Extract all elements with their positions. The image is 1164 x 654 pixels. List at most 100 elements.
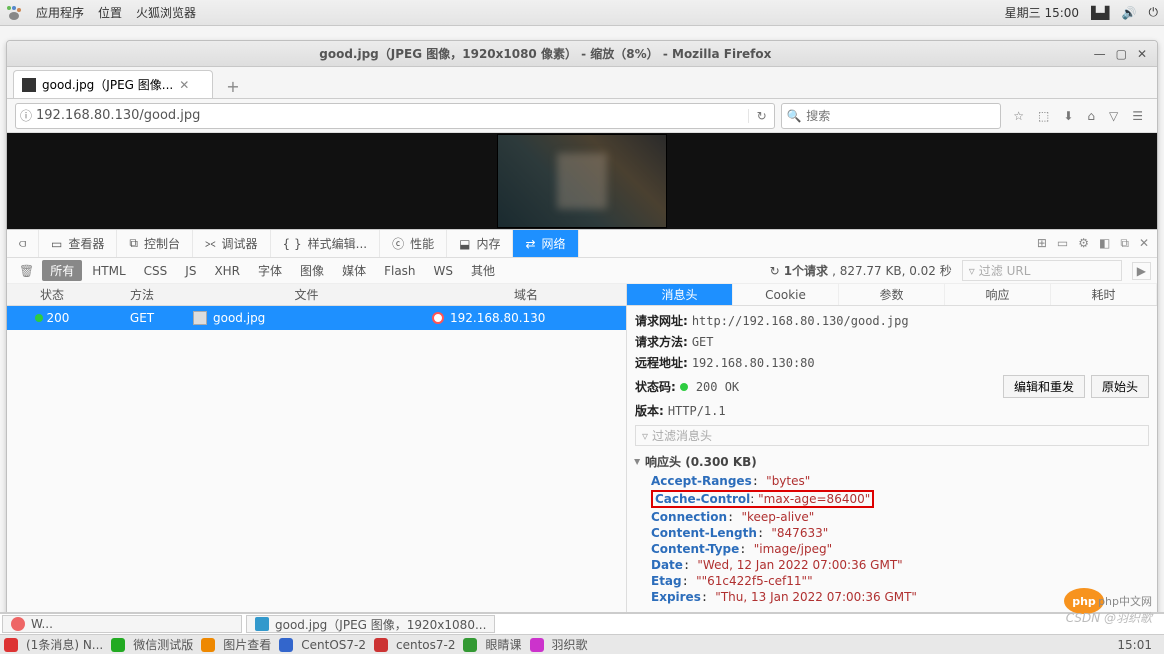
col-file[interactable]: 文件 xyxy=(187,284,426,305)
filter-ws[interactable]: WS xyxy=(426,262,461,280)
power-icon[interactable]: ⏻ xyxy=(1149,5,1159,20)
refresh-icon[interactable]: ↻ xyxy=(748,109,774,123)
response-header-line: Etag: ""61c422f5-cef11"" xyxy=(635,573,1149,589)
detail-tab-headers[interactable]: 消息头 xyxy=(627,284,733,305)
pocket-icon[interactable]: ▽ xyxy=(1109,109,1118,123)
overlapped-taskbar: W... good.jpg（JPEG 图像，1920x1080... xyxy=(0,612,1164,634)
tab-close-icon[interactable]: ✕ xyxy=(179,78,189,92)
menu-firefox[interactable]: 火狐浏览器 xyxy=(136,4,196,21)
tab-bar: good.jpg（JPEG 图像... ✕ + xyxy=(7,67,1157,99)
filter-css[interactable]: CSS xyxy=(136,262,176,280)
app-icon[interactable] xyxy=(201,638,215,652)
col-domain[interactable]: 域名 xyxy=(426,284,626,305)
phpcn-watermark: php中文网 xyxy=(1098,593,1152,609)
filter-xhr[interactable]: XHR xyxy=(206,262,248,280)
col-status[interactable]: 状态 xyxy=(7,284,97,305)
dock-side-icon[interactable]: ◧ xyxy=(1099,236,1110,251)
network-icon[interactable]: ▙▟ xyxy=(1091,6,1109,20)
app-icon[interactable] xyxy=(111,638,125,652)
tab-debugger[interactable]: ⪥ 调试器 xyxy=(193,230,271,257)
filter-img[interactable]: 图像 xyxy=(292,260,332,281)
firefox-window: good.jpg（JPEG 图像，1920x1080 像素） - 缩放（8%） … xyxy=(6,40,1158,620)
detail-tab-timing[interactable]: 耗时 xyxy=(1051,284,1157,305)
har-icon[interactable]: ▶ xyxy=(1132,262,1151,280)
tab-console[interactable]: ⧉ 控制台 xyxy=(117,230,193,257)
task-button[interactable]: good.jpg（JPEG 图像，1920x1080... xyxy=(246,615,495,633)
settings-icon[interactable]: ⚙ xyxy=(1078,236,1089,251)
filter-flash[interactable]: Flash xyxy=(376,262,423,280)
menu-icon[interactable]: ☰ xyxy=(1132,109,1143,123)
clock-text[interactable]: 星期三 15:00 xyxy=(1005,4,1079,21)
window-title: good.jpg（JPEG 图像，1920x1080 像素） - 缩放（8%） … xyxy=(7,45,1084,62)
search-box[interactable]: 🔍 xyxy=(781,103,1001,129)
bookmark-star-icon[interactable]: ☆ xyxy=(1013,109,1024,123)
tab-inspector[interactable]: ▭ 查看器 xyxy=(39,230,117,257)
bottom-taskbar: (1条消息) N... 微信测试版 图片查看 CentOS7-2 centos7… xyxy=(0,634,1164,654)
tab-memory[interactable]: ⬓ 内存 xyxy=(447,230,513,257)
app-icon[interactable] xyxy=(4,638,18,652)
filter-all[interactable]: 所有 xyxy=(42,260,82,281)
menu-apps[interactable]: 应用程序 xyxy=(36,4,84,21)
filter-other[interactable]: 其他 xyxy=(463,260,503,281)
split-view-icon[interactable]: ⊞ xyxy=(1037,236,1047,251)
filter-url-input[interactable]: ▿ 过滤 URL xyxy=(962,260,1122,281)
search-icon: 🔍 xyxy=(782,109,806,123)
col-method[interactable]: 方法 xyxy=(97,284,187,305)
raw-headers-button[interactable]: 原始头 xyxy=(1091,375,1149,398)
gnome-top-bar: 应用程序 位置 火狐浏览器 星期三 15:00 ▙▟ 🔊 ⏻ xyxy=(0,0,1164,26)
responsive-icon[interactable]: ▭ xyxy=(1057,236,1068,251)
request-method: GET xyxy=(692,335,714,349)
tab-label: good.jpg（JPEG 图像... xyxy=(42,76,173,93)
response-header-line: Cache-Control: "max-age=86400" xyxy=(635,489,1149,509)
url-input[interactable] xyxy=(36,108,748,123)
app-icon[interactable] xyxy=(279,638,293,652)
csdn-watermark: CSDN @羽织歌 xyxy=(1066,609,1152,626)
url-box[interactable]: ⓘ ↻ xyxy=(15,103,775,129)
tab-network[interactable]: ⇄ 网络 xyxy=(513,230,578,257)
request-url: http://192.168.80.130/good.jpg xyxy=(692,314,909,328)
search-input[interactable] xyxy=(806,109,1000,123)
app-icon[interactable] xyxy=(463,638,477,652)
app-icon[interactable] xyxy=(374,638,388,652)
volume-icon[interactable]: 🔊 xyxy=(1122,6,1137,20)
filter-font[interactable]: 字体 xyxy=(250,260,290,281)
home-icon[interactable]: ⌂ xyxy=(1087,109,1095,123)
app-icon[interactable] xyxy=(530,638,544,652)
detail-tab-response[interactable]: 响应 xyxy=(945,284,1051,305)
maximize-button[interactable]: ▢ xyxy=(1116,47,1127,61)
devtools-panel: ⫏ ▭ 查看器 ⧉ 控制台 ⪥ 调试器 { } 样式编辑... ⓒ 性能 ⬓ 内… xyxy=(7,229,1157,619)
response-header-line: Content-Length: "847633" xyxy=(635,525,1149,541)
filter-js[interactable]: JS xyxy=(177,262,204,280)
tab-performance[interactable]: ⓒ 性能 xyxy=(380,230,447,257)
minimize-button[interactable]: — xyxy=(1094,47,1106,61)
tab-favicon-icon xyxy=(22,78,36,92)
account-icon[interactable]: ⬚ xyxy=(1038,109,1049,123)
detail-tab-params[interactable]: 参数 xyxy=(839,284,945,305)
menu-places[interactable]: 位置 xyxy=(98,4,122,21)
site-info-icon[interactable]: ⓘ xyxy=(16,107,36,124)
task-button[interactable]: W... xyxy=(2,615,242,633)
close-button[interactable]: ✕ xyxy=(1137,47,1147,61)
filter-headers-input[interactable]: ▿ 过滤消息头 xyxy=(635,425,1149,446)
response-headers-section[interactable]: ▸响应头 (0.300 KB) xyxy=(635,450,1149,473)
clear-icon[interactable]: 🗑 xyxy=(13,264,40,278)
devtools-dock-icon[interactable]: ⫏ xyxy=(7,230,39,257)
request-details: 消息头 Cookie 参数 响应 耗时 请求网址:http://192.168.… xyxy=(627,284,1157,619)
filter-html[interactable]: HTML xyxy=(84,262,133,280)
response-header-line: Content-Type: "image/jpeg" xyxy=(635,541,1149,557)
tab-style[interactable]: { } 样式编辑... xyxy=(271,230,381,257)
devtools-close-icon[interactable]: ✕ xyxy=(1139,236,1149,251)
image-preview[interactable] xyxy=(497,134,667,228)
filter-media[interactable]: 媒体 xyxy=(334,260,374,281)
edit-resend-button[interactable]: 编辑和重发 xyxy=(1003,375,1085,398)
browser-tab[interactable]: good.jpg（JPEG 图像... ✕ xyxy=(13,70,213,98)
downloads-icon[interactable]: ⬇ xyxy=(1063,109,1073,123)
new-tab-button[interactable]: + xyxy=(219,74,247,98)
detail-tab-cookie[interactable]: Cookie xyxy=(733,284,839,305)
response-header-line: Connection: "keep-alive" xyxy=(635,509,1149,525)
request-row[interactable]: 200 GET good.jpg 192.168.80.130 xyxy=(7,306,626,330)
popout-icon[interactable]: ⧉ xyxy=(1120,236,1129,251)
remote-address: 192.168.80.130:80 xyxy=(692,356,815,370)
status-code: 200 OK xyxy=(696,380,739,394)
taskbar-clock: 15:01 xyxy=(1117,638,1152,652)
